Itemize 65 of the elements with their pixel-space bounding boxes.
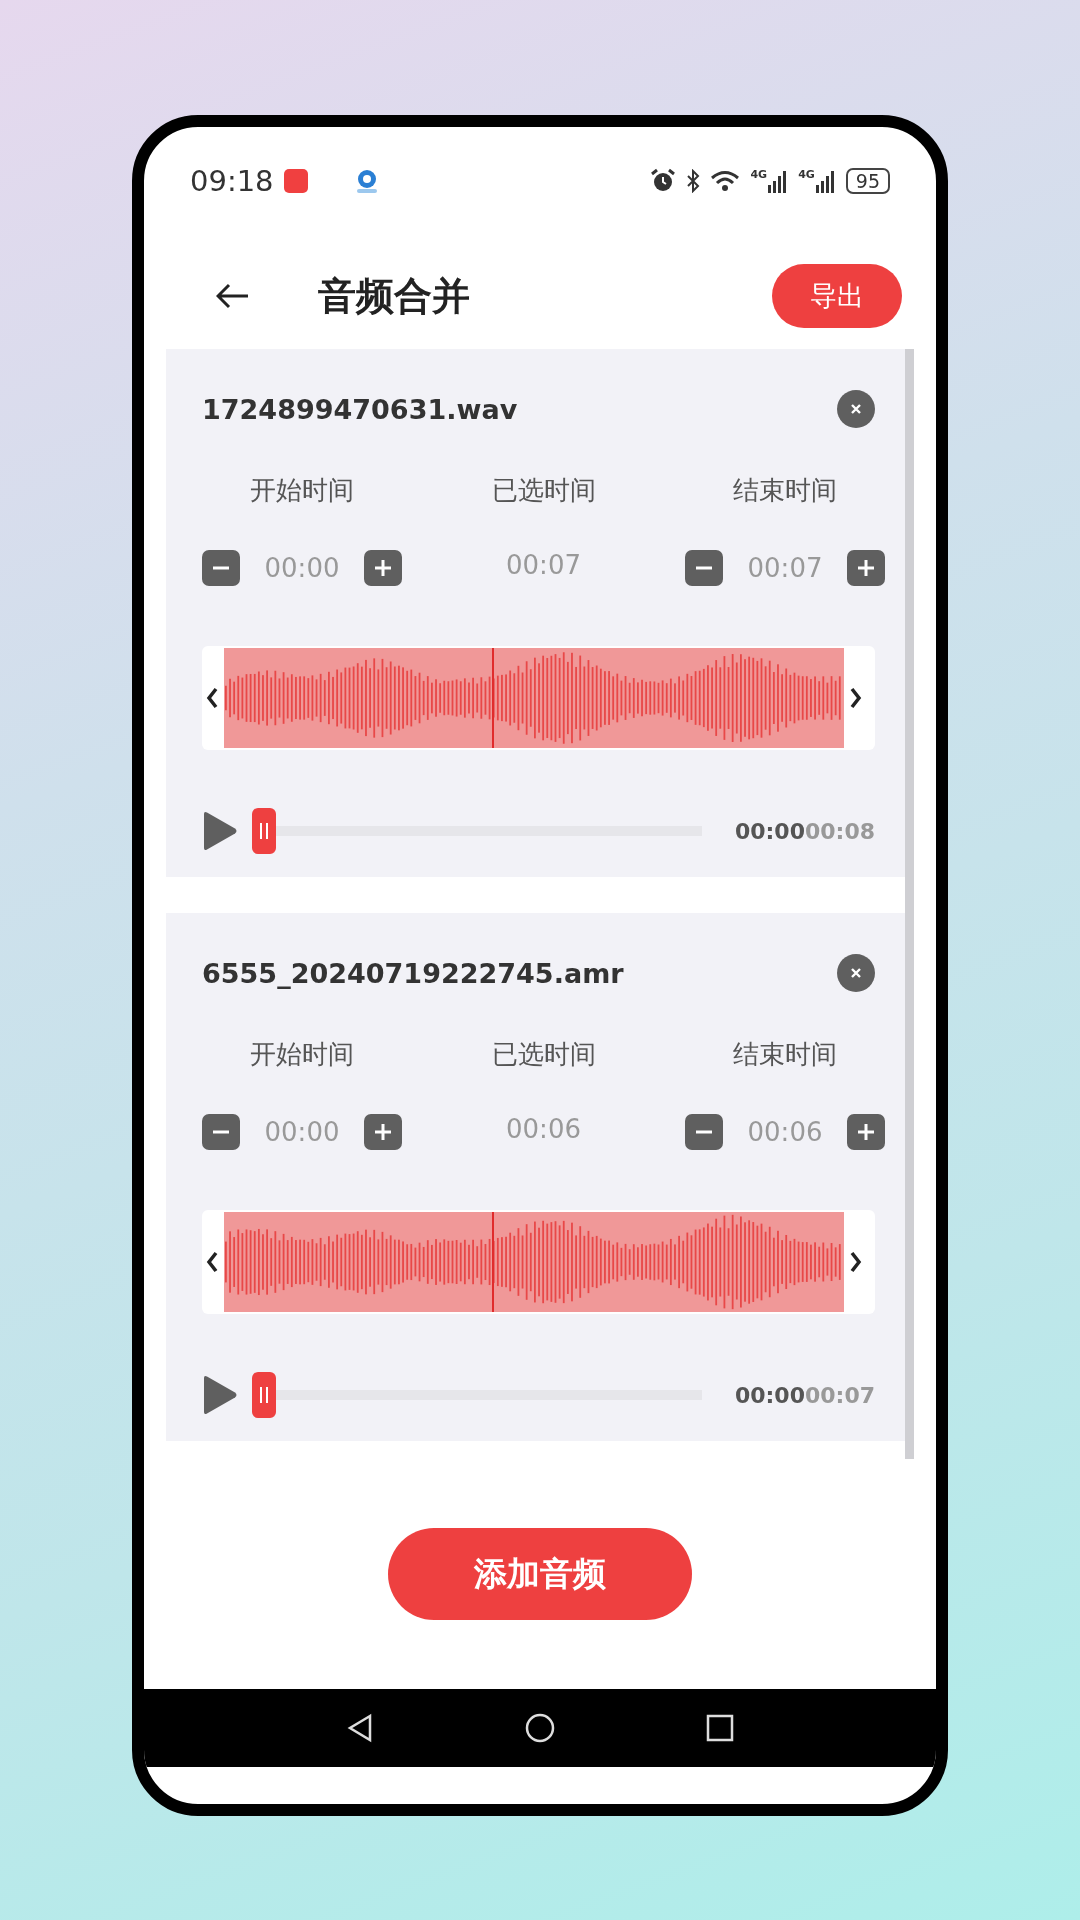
app-icon <box>283 169 308 193</box>
home-icon[interactable] <box>524 1712 556 1744</box>
plus-button[interactable] <box>847 550 885 586</box>
chevron-left-icon[interactable] <box>206 686 218 710</box>
export-button[interactable]: 导出 <box>772 264 902 328</box>
page-title: 音频合并 <box>318 272 471 320</box>
close-button[interactable] <box>837 954 875 992</box>
minus-icon <box>696 566 712 570</box>
network-type: 4G <box>750 169 768 180</box>
elapsed-time: 00:00 <box>734 1382 805 1408</box>
back-icon[interactable] <box>346 1713 374 1743</box>
wifi-icon <box>710 169 741 193</box>
elapsed-time: 00:00 <box>734 818 805 844</box>
chevron-left-icon[interactable] <box>206 1250 218 1274</box>
column-label: 结束时间 <box>733 1038 837 1071</box>
column-label: 结束时间 <box>733 474 837 507</box>
plus-button[interactable] <box>364 550 402 586</box>
close-icon <box>850 967 862 979</box>
chevron-right-icon[interactable] <box>850 686 862 710</box>
minus-icon <box>696 1130 712 1134</box>
play-icon[interactable] <box>202 811 238 851</box>
plus-button[interactable] <box>847 1114 885 1150</box>
pause-icon <box>259 823 269 839</box>
slider-thumb[interactable] <box>252 1372 276 1418</box>
total-time: 00:08 <box>804 818 875 844</box>
column-label: 开始时间 <box>250 1038 354 1071</box>
minus-button[interactable] <box>685 1114 723 1150</box>
bluetooth-icon <box>686 169 701 193</box>
play-icon[interactable] <box>202 1375 238 1415</box>
slider-thumb[interactable] <box>252 808 276 854</box>
alarm-icon <box>650 168 677 194</box>
column-label: 开始时间 <box>250 474 354 507</box>
network-type: 4G <box>798 169 815 180</box>
plus-icon <box>375 1124 391 1140</box>
end-time: 00:06 <box>747 1117 823 1147</box>
chevron-right-icon[interactable] <box>850 1250 862 1274</box>
minus-icon <box>213 566 229 570</box>
battery-level: 95 <box>845 168 890 194</box>
status-time: 09:18 <box>190 164 274 198</box>
plus-icon <box>858 560 874 576</box>
minus-button[interactable] <box>202 1114 240 1150</box>
add-audio-button[interactable]: 添加音频 <box>388 1528 692 1620</box>
column-label: 已选时间 <box>491 474 596 507</box>
start-time: 00:00 <box>264 1117 340 1147</box>
minus-button[interactable] <box>685 550 723 586</box>
recents-icon[interactable] <box>706 1714 734 1742</box>
selected-duration: 00:07 <box>506 550 581 582</box>
signal-icon <box>815 169 836 193</box>
close-icon <box>850 403 862 415</box>
file-name: 1724899470631.wav <box>202 393 519 425</box>
selected-duration: 00:06 <box>506 1114 581 1146</box>
back-arrow-icon[interactable] <box>216 283 250 309</box>
minus-icon <box>213 1130 229 1134</box>
close-button[interactable] <box>837 390 875 428</box>
end-time: 00:07 <box>747 553 823 583</box>
minus-button[interactable] <box>202 550 240 586</box>
signal-icon <box>768 169 789 193</box>
total-time: 00:07 <box>804 1382 875 1408</box>
file-name: 6555_20240719222745.amr <box>202 957 625 989</box>
plus-icon <box>375 560 391 576</box>
start-time: 00:00 <box>264 553 340 583</box>
column-label: 已选时间 <box>491 1038 596 1071</box>
pause-icon <box>259 1387 269 1403</box>
plus-button[interactable] <box>364 1114 402 1150</box>
plus-icon <box>858 1124 874 1140</box>
